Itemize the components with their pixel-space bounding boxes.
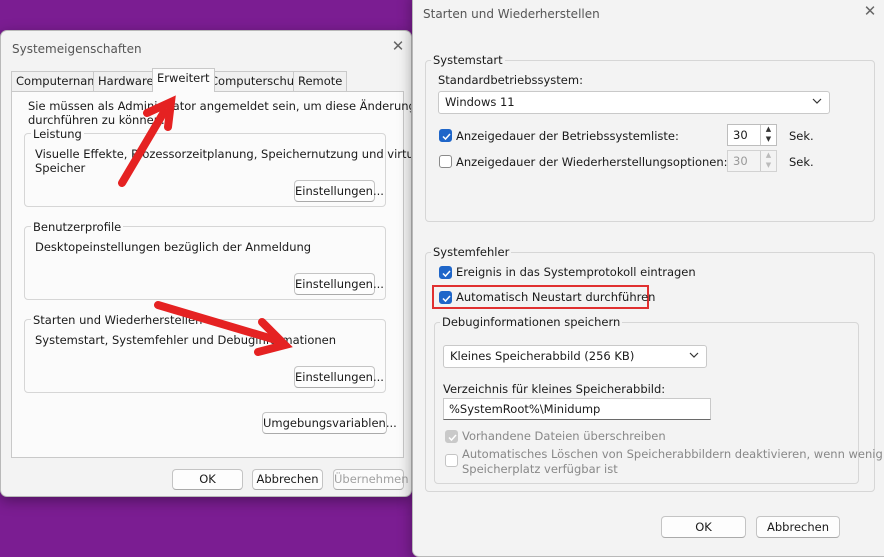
tab-erweitert[interactable]: Erweitert (152, 68, 215, 92)
annotation-arrow-tab (118, 95, 293, 356)
